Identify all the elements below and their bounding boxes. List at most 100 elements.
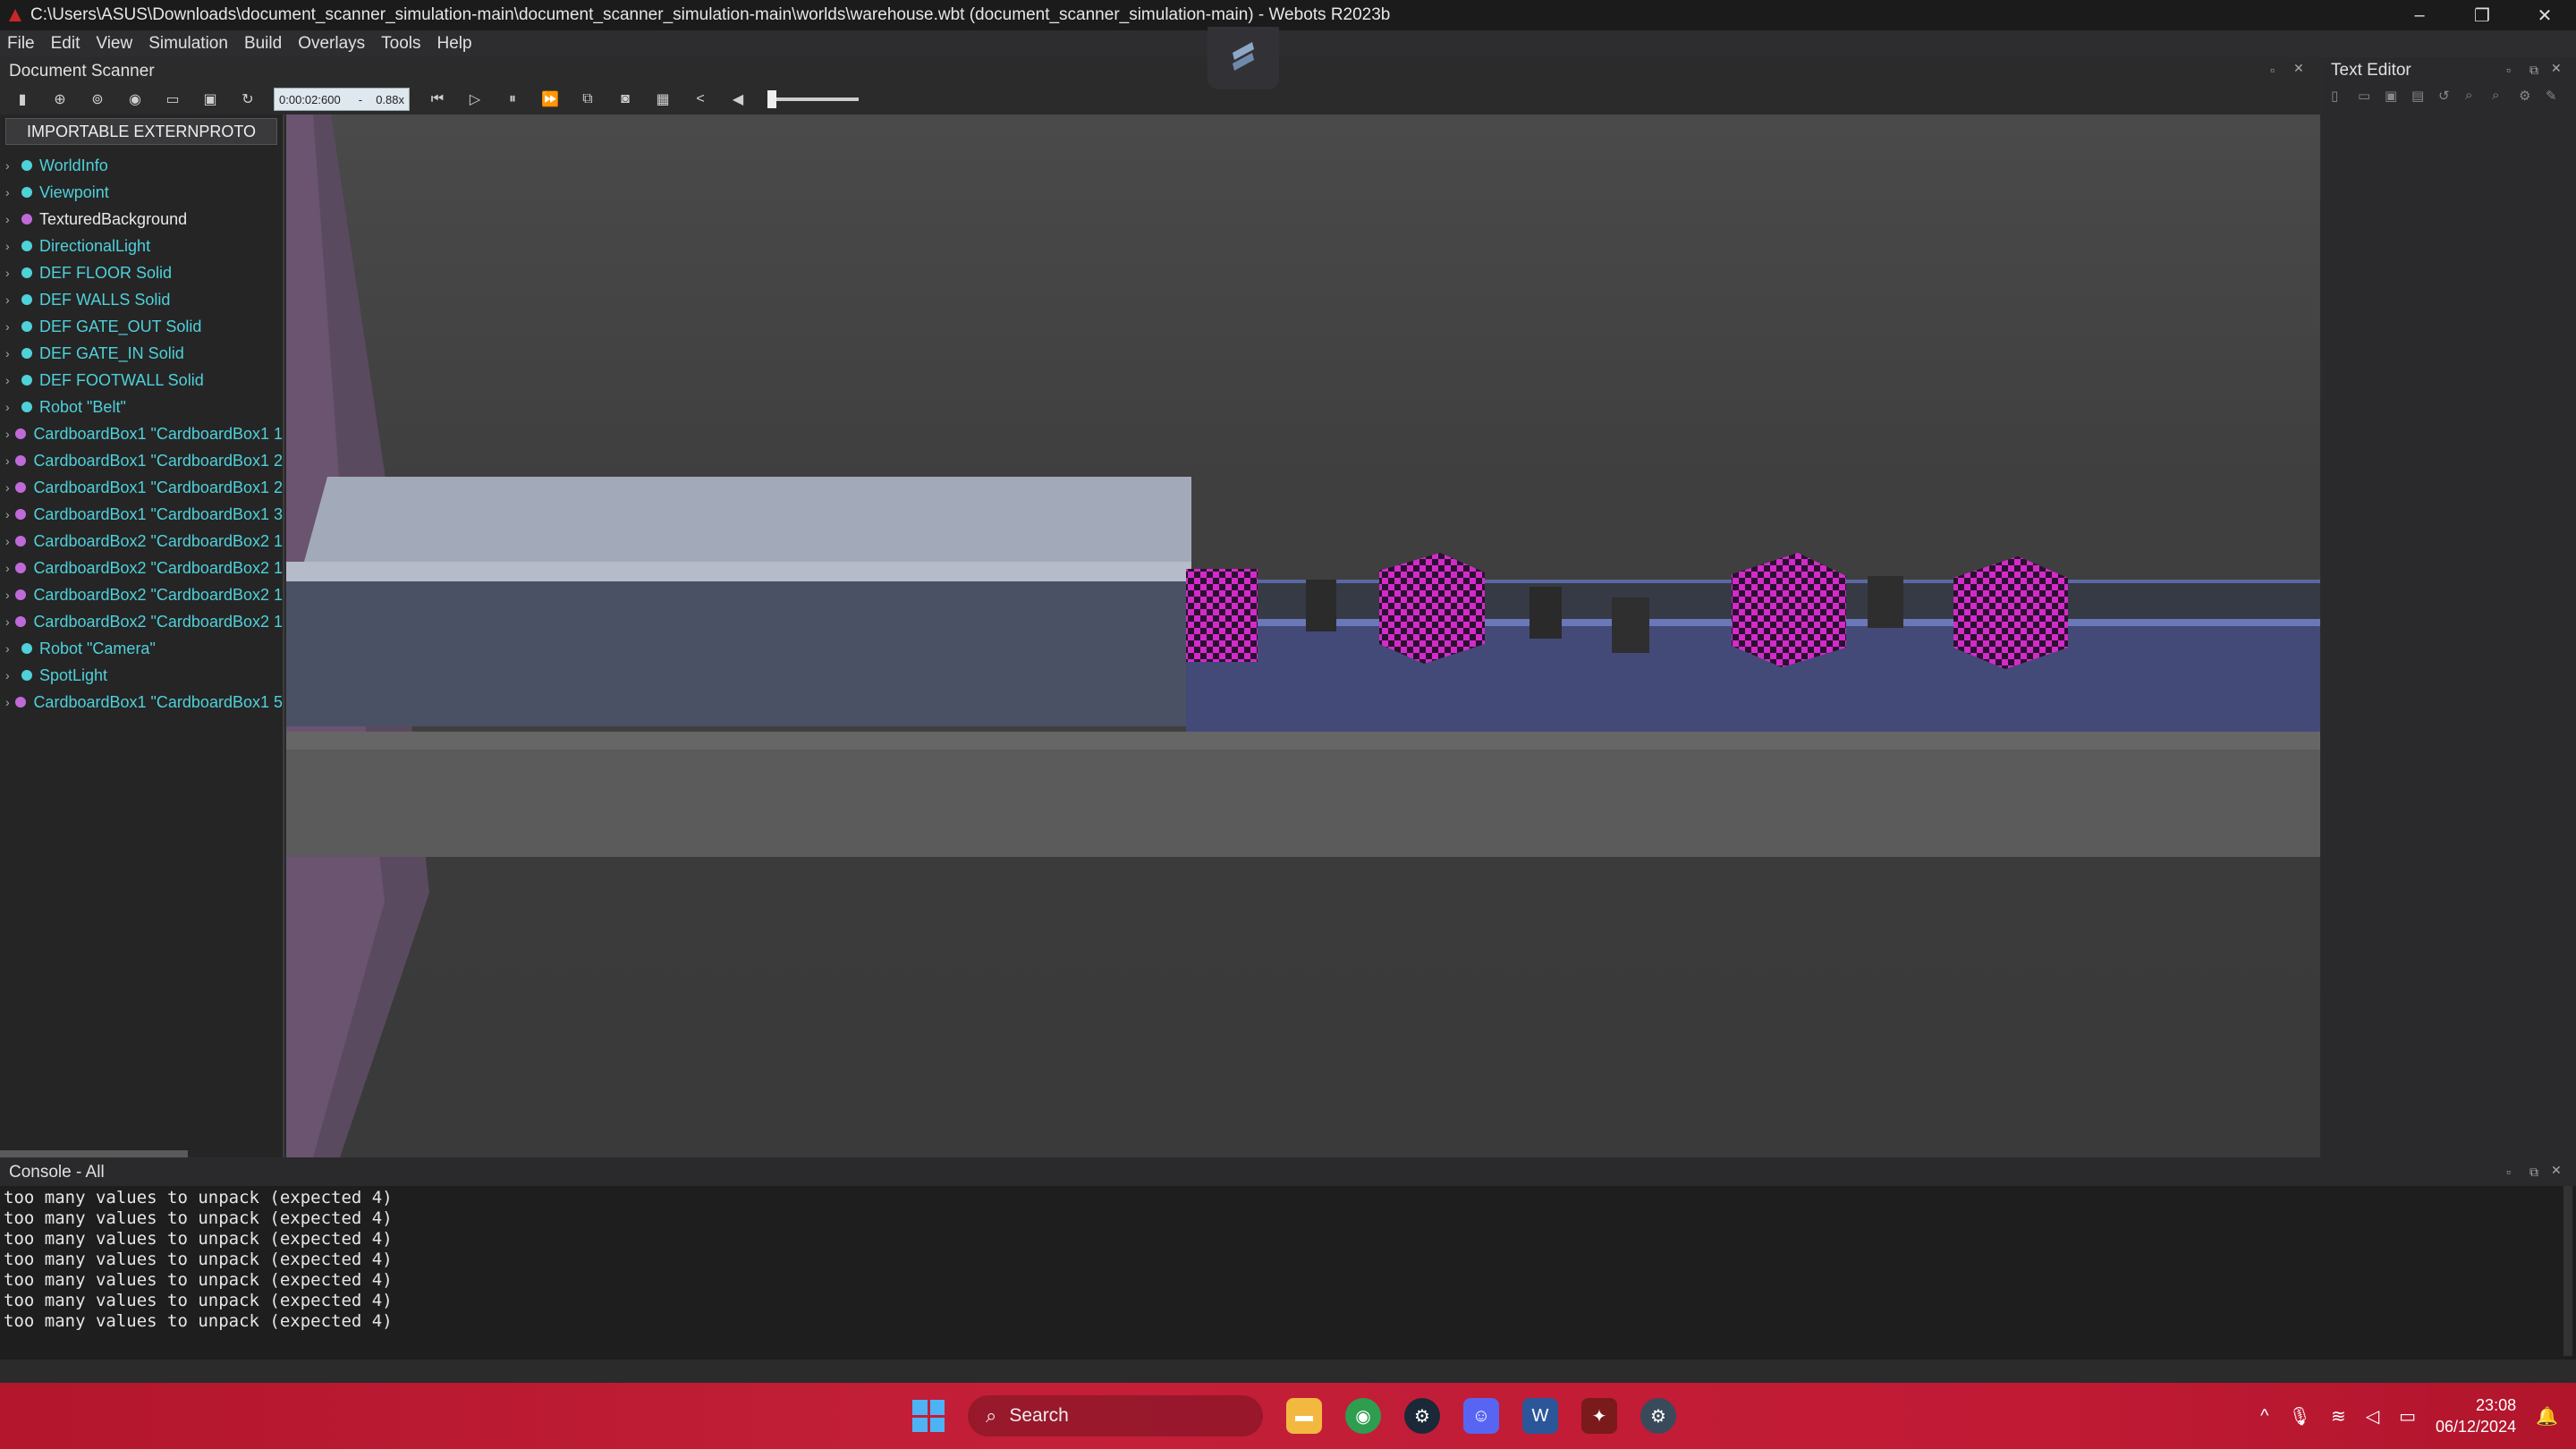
scene-tree-node[interactable]: › TexturedBackground — [0, 206, 283, 233]
screenshot-icon[interactable]: ◙ — [614, 88, 637, 111]
scene-tree-node[interactable]: › DEF FOOTWALL Solid — [0, 367, 283, 394]
scene-tree-node[interactable]: › DirectionalLight — [0, 233, 283, 259]
settings-app-icon[interactable]: ⚙ — [1640, 1398, 1676, 1434]
menu-simulation[interactable]: Simulation — [148, 34, 228, 54]
scene-tree-scrollbar[interactable] — [0, 1150, 188, 1157]
file-explorer-icon[interactable]: ▬ — [1286, 1398, 1322, 1434]
chevron-up-icon[interactable]: ^ — [2260, 1406, 2268, 1427]
chrome-icon[interactable]: ◉ — [1345, 1398, 1381, 1434]
scene-tree-node[interactable]: › WorldInfo — [0, 152, 283, 179]
volume-icon[interactable]: ◀ — [726, 88, 750, 111]
chevron-right-icon[interactable]: › — [5, 319, 18, 334]
pause-icon[interactable]: ⏸ — [501, 88, 524, 111]
scene-tree-node[interactable]: › DEF FLOOR Solid — [0, 259, 283, 286]
scene-tree-node[interactable]: › CardboardBox1 "CardboardBox1 3 — [0, 501, 283, 528]
chevron-right-icon[interactable]: › — [5, 239, 18, 253]
chevron-right-icon[interactable]: › — [5, 427, 12, 441]
chevron-right-icon[interactable]: › — [5, 668, 18, 682]
fast-forward-icon[interactable]: ⏩ — [538, 88, 562, 111]
chevron-right-icon[interactable]: › — [5, 507, 12, 521]
scene-tree-node[interactable]: › CardboardBox2 "CardboardBox2 1 — [0, 528, 283, 555]
revert-icon[interactable]: ↺ — [2438, 88, 2454, 104]
volume-slider-knob[interactable] — [767, 90, 776, 108]
record-movie-icon[interactable]: ▦ — [651, 88, 674, 111]
scene-tree-node[interactable]: › CardboardBox2 "CardboardBox2 1 — [0, 555, 283, 581]
save-all-icon[interactable]: ▤ — [2411, 88, 2428, 104]
share-icon[interactable]: < — [689, 88, 712, 111]
render-toggle-icon[interactable]: ⧉ — [576, 88, 599, 111]
volume-slider[interactable] — [767, 90, 859, 108]
chevron-right-icon[interactable]: › — [5, 641, 18, 656]
wifi-icon[interactable]: ≋ — [2331, 1405, 2346, 1428]
eye-icon[interactable]: ◉ — [123, 88, 147, 111]
open-world-icon[interactable]: ▭ — [161, 88, 184, 111]
add-node-icon[interactable]: ⊕ — [48, 88, 72, 111]
scene-tree-node[interactable]: › DEF WALLS Solid — [0, 286, 283, 313]
webots-icon[interactable]: ✦ — [1581, 1398, 1617, 1434]
chevron-right-icon[interactable]: › — [5, 185, 18, 199]
open-file-icon[interactable]: ▭ — [2358, 88, 2374, 104]
chevron-right-icon[interactable]: › — [5, 480, 12, 495]
editor-close-icon[interactable]: ✕ — [2551, 61, 2562, 76]
menu-help[interactable]: Help — [437, 34, 472, 54]
steam-icon[interactable]: ⚙ — [1404, 1398, 1440, 1434]
word-icon[interactable]: W — [1522, 1398, 1558, 1434]
console-close-icon[interactable]: ✕ — [2551, 1163, 2562, 1178]
scene-tree-node[interactable]: › Robot "Belt" — [0, 394, 283, 420]
replace-icon[interactable]: ⌕ — [2492, 88, 2508, 104]
menu-build[interactable]: Build — [244, 34, 282, 54]
3d-viewport[interactable] — [286, 114, 2320, 1157]
chevron-right-icon[interactable]: › — [5, 346, 18, 360]
panel-close-icon[interactable]: ✕ — [2293, 61, 2304, 76]
scene-tree-node[interactable]: › Viewpoint — [0, 179, 283, 206]
chevron-right-icon[interactable]: › — [5, 373, 18, 387]
scene-tree-node[interactable]: › CardboardBox1 "CardboardBox1 1 — [0, 420, 283, 447]
chevron-right-icon[interactable]: › — [5, 292, 18, 307]
panel-float-icon[interactable]: ▫ — [2270, 63, 2275, 77]
menu-view[interactable]: View — [96, 34, 132, 54]
chevron-right-icon[interactable]: › — [5, 212, 18, 226]
menu-tools[interactable]: Tools — [381, 34, 420, 54]
editor-float-icon[interactable]: ▫ — [2506, 63, 2511, 77]
step-icon[interactable]: ▷ — [463, 88, 487, 111]
scene-tree-node[interactable]: › CardboardBox1 "CardboardBox1 2 — [0, 447, 283, 474]
save-file-icon[interactable]: ▣ — [2385, 88, 2401, 104]
scene-tree-node[interactable]: › Robot "Camera" — [0, 635, 283, 662]
chevron-right-icon[interactable]: › — [5, 614, 12, 629]
menu-overlays[interactable]: Overlays — [298, 34, 365, 54]
chevron-right-icon[interactable]: › — [5, 266, 18, 280]
battery-icon[interactable]: ▭ — [2399, 1405, 2416, 1428]
scene-tree-node[interactable]: › CardboardBox2 "CardboardBox2 1 — [0, 581, 283, 608]
editor-detach-icon[interactable]: ⧉ — [2529, 63, 2538, 78]
close-button[interactable]: ✕ — [2513, 0, 2576, 30]
scene-tree-node[interactable]: › DEF GATE_IN Solid — [0, 340, 283, 367]
importable-externproto-button[interactable]: IMPORTABLE EXTERNPROTO — [5, 118, 277, 145]
find-icon[interactable]: ⌕ — [2465, 88, 2481, 104]
toggle-scene-tree-icon[interactable]: ▮ — [11, 88, 34, 111]
discord-icon[interactable]: ☺ — [1463, 1398, 1499, 1434]
chevron-right-icon[interactable]: › — [5, 158, 18, 173]
start-button[interactable] — [912, 1400, 945, 1432]
reload-world-icon[interactable]: ↻ — [236, 88, 259, 111]
scene-tree-node[interactable]: › CardboardBox2 "CardboardBox2 1 — [0, 608, 283, 635]
edit-icon[interactable]: ✎ — [2546, 88, 2562, 104]
chevron-right-icon[interactable]: › — [5, 695, 12, 709]
chevron-right-icon[interactable]: › — [5, 588, 12, 602]
save-world-icon[interactable]: ▣ — [199, 88, 222, 111]
docker-handle[interactable] — [1208, 27, 1279, 89]
clock[interactable]: 23:08 06/12/2024 — [2436, 1394, 2516, 1437]
console-detach-icon[interactable]: ⧉ — [2529, 1165, 2538, 1180]
chevron-right-icon[interactable]: › — [5, 534, 12, 548]
scene-tree-node[interactable]: › DEF GATE_OUT Solid — [0, 313, 283, 340]
menu-edit[interactable]: Edit — [51, 34, 80, 54]
reset-view-icon[interactable]: ⊚ — [86, 88, 109, 111]
restore-button[interactable]: ❐ — [2451, 0, 2513, 30]
new-file-icon[interactable]: ▯ — [2331, 88, 2347, 104]
menu-file[interactable]: File — [7, 34, 35, 54]
speaker-icon[interactable]: ◁ — [2366, 1405, 2379, 1428]
notification-bell-icon[interactable]: 🔔 — [2536, 1405, 2558, 1428]
scene-tree-node[interactable]: › CardboardBox1 "CardboardBox1 5 — [0, 689, 283, 716]
taskbar-search[interactable]: ⌕ Search — [968, 1395, 1263, 1436]
console-scrollbar[interactable] — [2563, 1186, 2572, 1356]
chevron-right-icon[interactable]: › — [5, 561, 12, 575]
